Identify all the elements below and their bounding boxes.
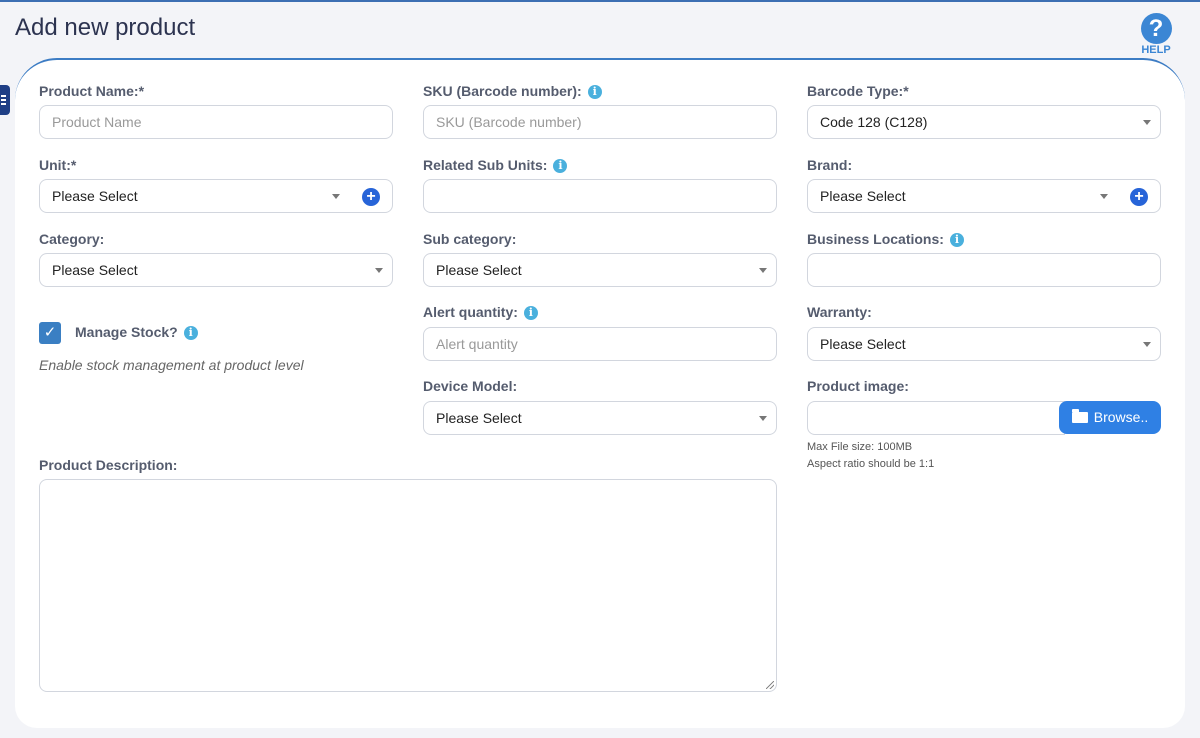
business-locations-select[interactable] — [807, 253, 1161, 287]
product-image-file-input[interactable] — [807, 401, 1065, 435]
product-name-label: Product Name:* — [39, 83, 145, 99]
help-label: HELP — [1141, 44, 1171, 56]
device-model-select[interactable]: Please Select — [423, 401, 777, 435]
chevron-down-icon — [1143, 342, 1151, 347]
max-file-size-note: Max File size: 100MB — [807, 441, 913, 453]
barcode-type-select[interactable]: Code 128 (C128) — [807, 105, 1161, 139]
alert-quantity-input[interactable] — [423, 327, 777, 361]
plus-circle-icon: + — [362, 188, 380, 206]
info-icon[interactable]: i — [523, 306, 538, 320]
brand-label: Brand: — [807, 157, 853, 173]
unit-select[interactable]: Please Select — [39, 179, 350, 213]
product-description-label: Product Description: — [39, 457, 178, 473]
info-icon[interactable]: i — [553, 159, 568, 173]
manage-stock-label: Manage Stock? i — [75, 324, 198, 340]
sidebar-toggle[interactable] — [0, 85, 10, 115]
browse-button[interactable]: Browse.. — [1059, 401, 1161, 434]
product-image-label: Product image: — [807, 378, 909, 394]
sku-input[interactable] — [423, 105, 777, 139]
warranty-label: Warranty: — [807, 304, 872, 320]
menu-icon — [1, 95, 6, 97]
brand-select[interactable]: Please Select — [807, 179, 1118, 213]
resize-handle-icon[interactable] — [766, 681, 774, 689]
help-icon: ? — [1140, 13, 1172, 44]
chevron-down-icon — [375, 268, 383, 273]
alert-quantity-label: Alert quantity: i — [423, 304, 538, 320]
barcode-type-label: Barcode Type:* — [807, 83, 909, 99]
info-icon[interactable]: i — [183, 326, 198, 340]
chevron-down-icon — [332, 194, 340, 199]
product-description-textarea[interactable] — [39, 479, 777, 692]
add-unit-button[interactable]: + — [349, 179, 393, 213]
info-icon[interactable]: i — [587, 85, 602, 99]
chevron-down-icon — [1100, 194, 1108, 199]
sku-label: SKU (Barcode number): i — [423, 83, 602, 99]
product-name-input[interactable] — [39, 105, 393, 139]
info-icon[interactable]: i — [949, 233, 964, 247]
related-sub-units-select[interactable] — [423, 179, 777, 213]
category-select[interactable]: Please Select — [39, 253, 393, 287]
plus-circle-icon: + — [1130, 188, 1148, 206]
help-button[interactable]: ? HELP — [1137, 13, 1175, 56]
aspect-ratio-note: Aspect ratio should be 1:1 — [807, 458, 935, 470]
folder-open-icon — [1071, 409, 1088, 423]
category-label: Category: — [39, 231, 105, 247]
chevron-down-icon — [1143, 120, 1151, 125]
sub-category-label: Sub category: — [423, 231, 517, 247]
add-brand-button[interactable]: + — [1117, 179, 1161, 213]
chevron-down-icon — [759, 416, 767, 421]
business-locations-label: Business Locations: i — [807, 231, 964, 247]
manage-stock-help: Enable stock management at product level — [39, 357, 304, 373]
manage-stock-checkbox[interactable]: ✓ — [39, 322, 61, 344]
unit-label: Unit:* — [39, 157, 77, 173]
sub-category-select[interactable]: Please Select — [423, 253, 777, 287]
top-border — [0, 0, 1200, 2]
page-title: Add new product — [15, 14, 196, 41]
chevron-down-icon — [759, 268, 767, 273]
related-sub-units-label: Related Sub Units: i — [423, 157, 568, 173]
checkmark-icon: ✓ — [43, 324, 57, 341]
warranty-select[interactable]: Please Select — [807, 327, 1161, 361]
device-model-label: Device Model: — [423, 378, 518, 394]
